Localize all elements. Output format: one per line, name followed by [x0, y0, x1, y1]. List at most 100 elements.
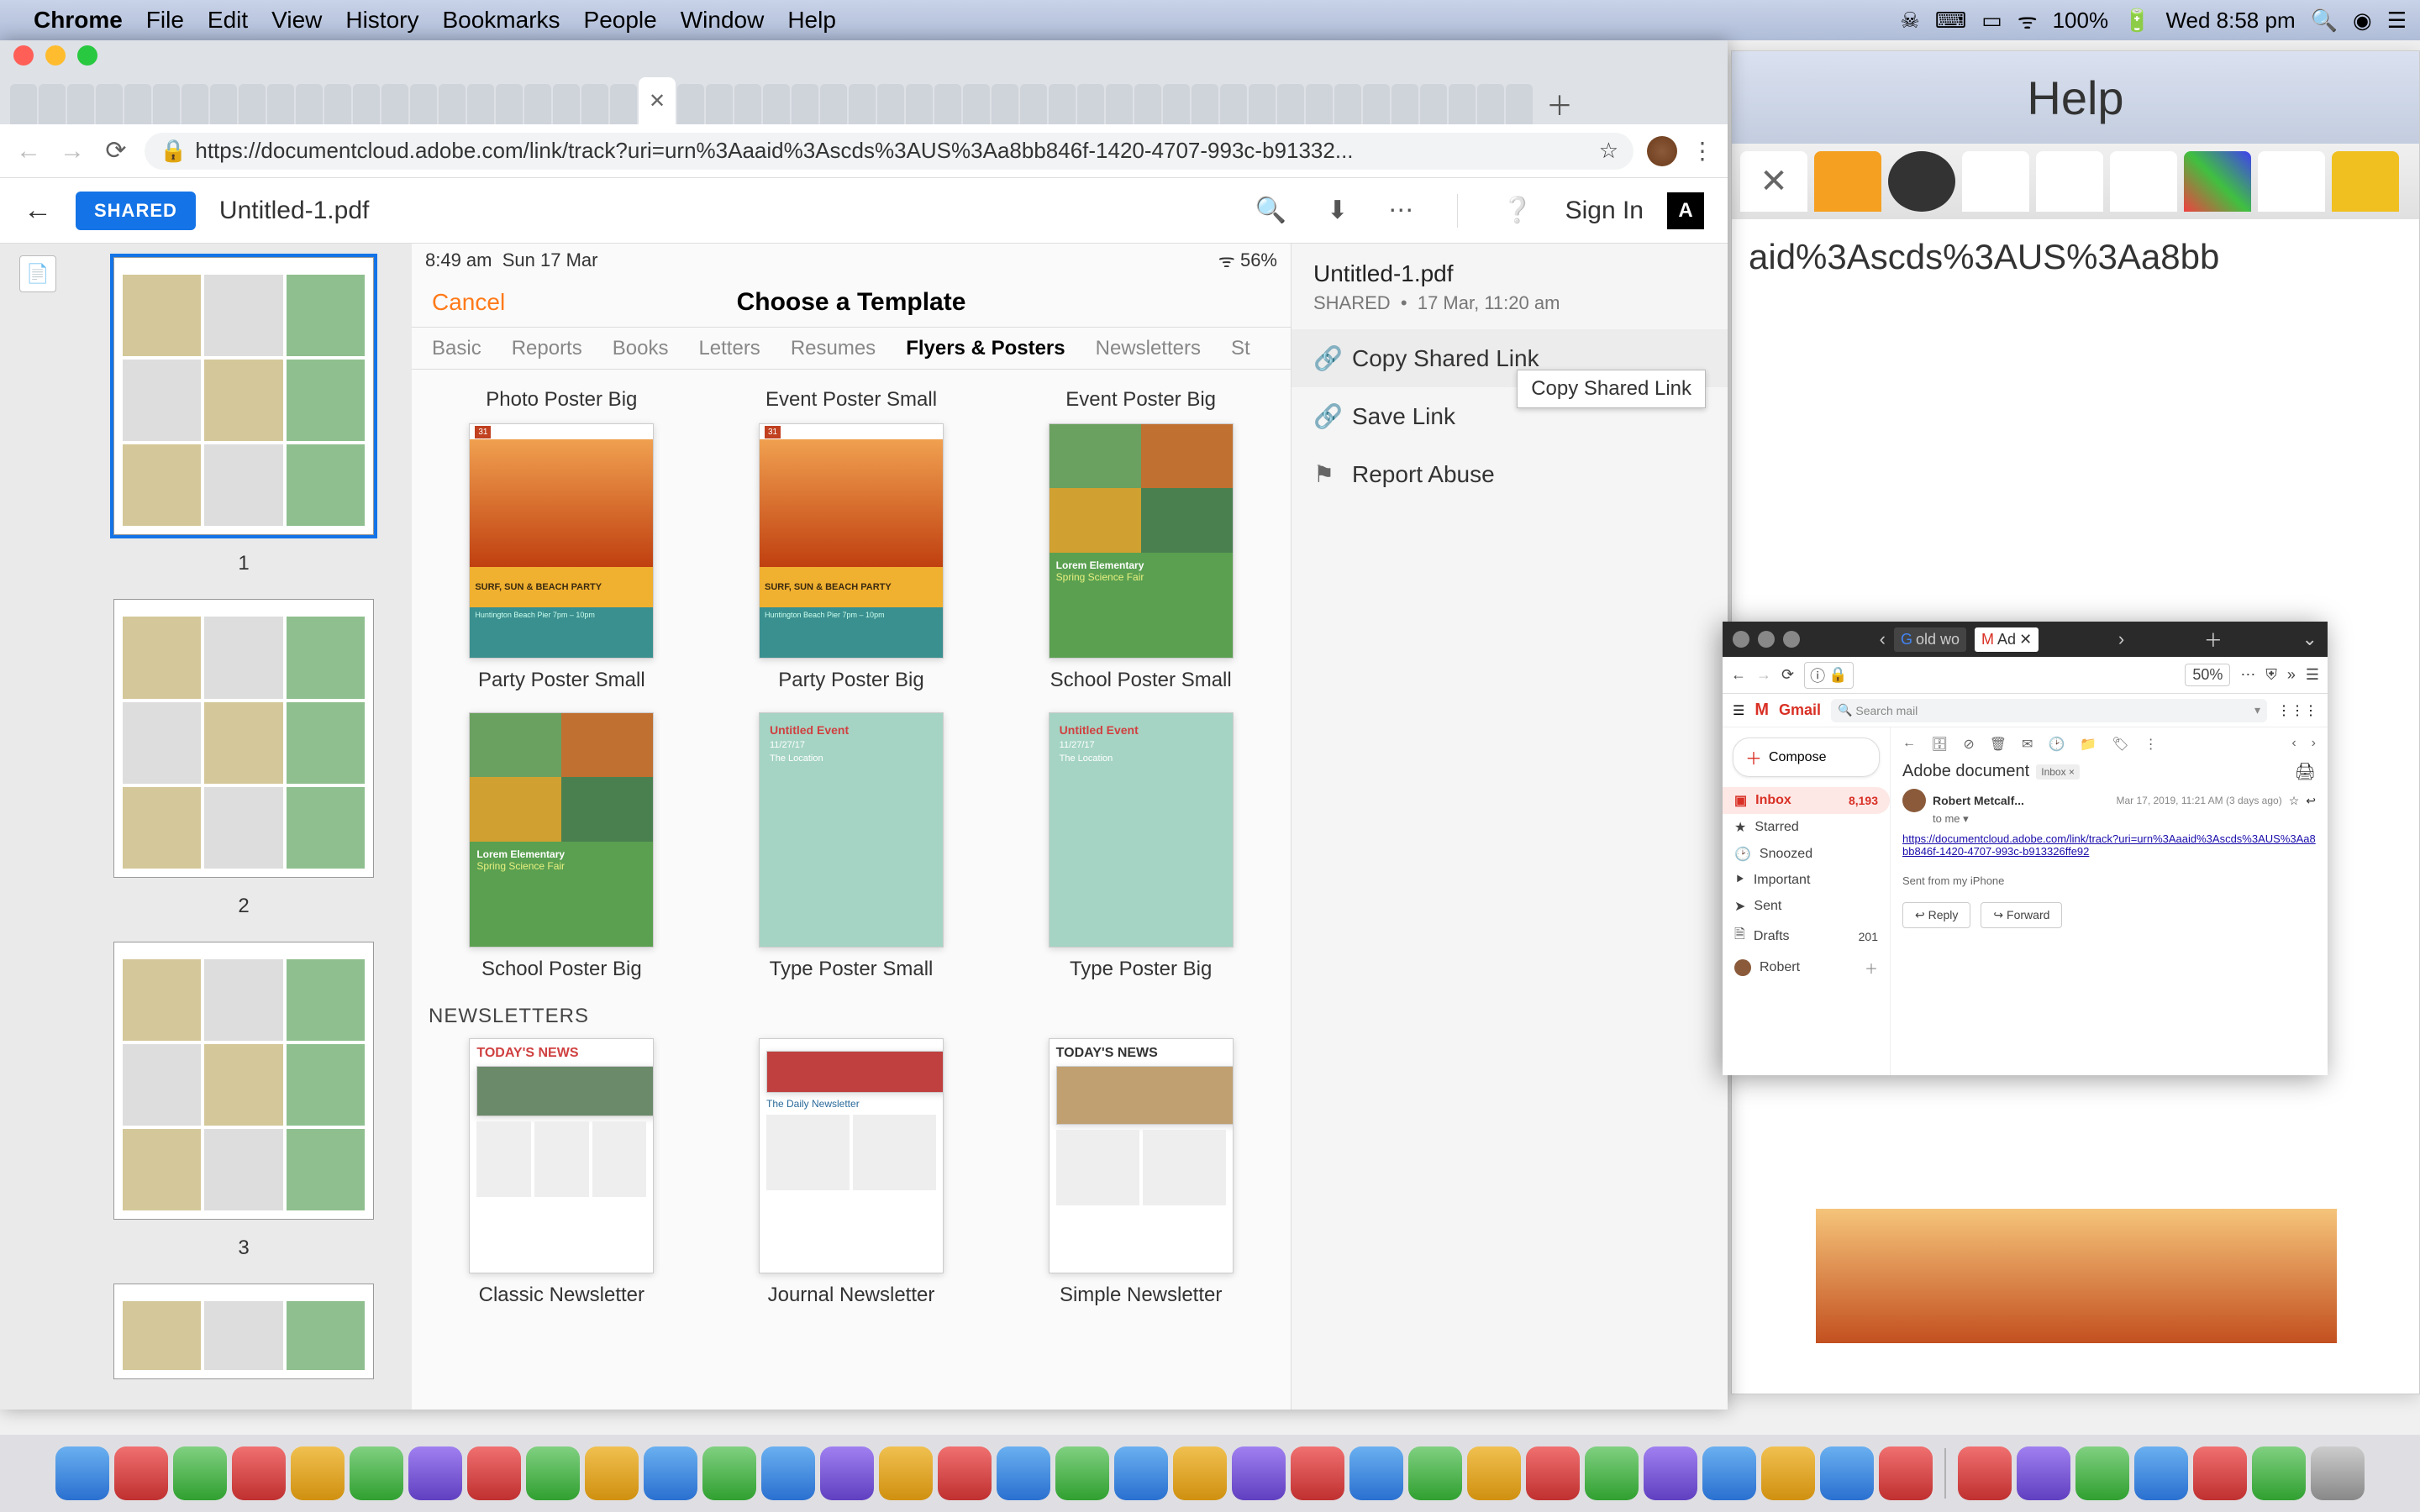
menu-file[interactable]: File	[146, 7, 184, 34]
menu-bookmarks[interactable]: Bookmarks	[442, 7, 560, 34]
dock-app[interactable]	[1291, 1446, 1344, 1500]
dock-app[interactable]	[1467, 1446, 1521, 1500]
save-link-row[interactable]: 🔗 Save Link	[1292, 387, 1728, 445]
nav-snoozed[interactable]: 🕑Snoozed	[1723, 841, 1890, 868]
inactive-tab[interactable]	[210, 84, 237, 124]
cat-books[interactable]: Books	[613, 337, 669, 360]
inactive-tab[interactable]	[1506, 84, 1533, 124]
menu-help[interactable]: Help	[787, 7, 836, 34]
cat-resumes[interactable]: Resumes	[791, 337, 876, 360]
dock-app[interactable]	[938, 1446, 992, 1500]
template-type-small[interactable]: Untitled Event11/27/17The Location Type …	[718, 712, 985, 981]
page-thumb-3[interactable]	[113, 942, 374, 1220]
inactive-tab[interactable]	[182, 84, 208, 124]
nav-reload-button[interactable]: ⟳	[101, 136, 131, 165]
dock-app[interactable]	[1232, 1446, 1286, 1500]
plus-icon[interactable]: ＋	[1865, 958, 1878, 978]
inactive-tab[interactable]	[763, 84, 790, 124]
bug-icon[interactable]: ⌨	[1935, 8, 1967, 34]
template-type-big[interactable]: Untitled Event11/27/17The Location Type …	[1007, 712, 1274, 981]
inactive-tab[interactable]	[39, 84, 66, 124]
inactive-tab[interactable]	[992, 84, 1018, 124]
inactive-tab[interactable]	[239, 84, 266, 124]
apps-icon[interactable]: ⋮⋮⋮	[2277, 702, 2317, 719]
inactive-tab[interactable]	[906, 84, 933, 124]
inactive-tab[interactable]	[1477, 84, 1504, 124]
template-school-small[interactable]: Lorem ElementarySpring Science Fair Scho…	[1007, 423, 1274, 692]
adobe-logo[interactable]: A	[1667, 192, 1704, 229]
print-icon[interactable]: 🖨	[2295, 761, 2316, 782]
inactive-tab[interactable]	[934, 84, 961, 124]
dock-app[interactable]	[467, 1446, 521, 1500]
archive-icon[interactable]: 🗄	[1931, 736, 1948, 753]
back-icon[interactable]: ←	[1902, 736, 1916, 753]
message-link[interactable]: https://documentcloud.adobe.com/link/tra…	[1902, 832, 2316, 858]
delete-icon[interactable]: 🗑	[1990, 736, 2007, 753]
nav-starred[interactable]: ★Starred	[1723, 814, 1890, 841]
dock-app[interactable]	[1173, 1446, 1227, 1500]
star-icon[interactable]: ☆	[1599, 138, 1618, 164]
inactive-tab[interactable]	[353, 84, 380, 124]
copy-link-row[interactable]: 🔗 Copy Shared Link Copy Shared Link	[1292, 329, 1728, 387]
inactive-tab[interactable]	[734, 84, 761, 124]
dock-app[interactable]	[820, 1446, 874, 1500]
reload-button[interactable]: ⟳	[1781, 666, 1794, 684]
inactive-tab[interactable]	[677, 84, 704, 124]
template-simple-newsletter[interactable]: TODAY'S NEWS Simple Newsletter	[1007, 1038, 1274, 1307]
dock-app[interactable]	[2017, 1446, 2070, 1500]
inactive-tab[interactable]	[381, 84, 408, 124]
skull-icon[interactable]: ☠	[1900, 8, 1919, 34]
compose-button[interactable]: ＋ Compose	[1733, 738, 1880, 777]
menu-window[interactable]: Window	[681, 7, 765, 34]
inactive-tab[interactable]	[1249, 84, 1276, 124]
dock-app[interactable]	[114, 1446, 168, 1500]
template-classic-newsletter[interactable]: TODAY'S NEWS Classic Newsletter	[429, 1038, 695, 1307]
inactive-tab[interactable]	[553, 84, 580, 124]
inactive-tab[interactable]	[467, 84, 494, 124]
page-thumbnails[interactable]: 1 2 3	[76, 244, 412, 1410]
inactive-tab[interactable]	[1363, 84, 1390, 124]
shield-icon[interactable]: ⛨	[2265, 666, 2277, 684]
inactive-tab[interactable]	[267, 84, 294, 124]
profile-avatar[interactable]	[1647, 136, 1677, 166]
inbox-chip[interactable]: Inbox ×	[2036, 764, 2080, 780]
wifi-icon[interactable]: ᯤ	[2018, 5, 2038, 35]
inactive-tab[interactable]	[877, 84, 904, 124]
report-abuse-row[interactable]: ⚑ Report Abuse	[1292, 445, 1728, 503]
dock-app[interactable]	[585, 1446, 639, 1500]
pages-tool-icon[interactable]: 📄	[19, 255, 56, 292]
tab-next-icon[interactable]: ›	[2118, 628, 2124, 650]
dock-app[interactable]	[1702, 1446, 1756, 1500]
dock-app[interactable]	[408, 1446, 462, 1500]
active-tab[interactable]: MAd ✕	[1975, 627, 2039, 652]
nav-important[interactable]: ⯈Important	[1723, 868, 1890, 893]
notification-icon[interactable]: ☰	[2387, 8, 2407, 34]
chrome-menu-button[interactable]: ⋮	[1691, 137, 1714, 165]
hamburger-icon[interactable]: ☰	[1733, 702, 1744, 719]
snooze-icon[interactable]: 🕑	[2048, 736, 2065, 753]
nav-inbox[interactable]: ▣Inbox8,193	[1723, 787, 1890, 814]
minimize-button[interactable]	[1758, 631, 1775, 648]
bg-tab-close[interactable]: ✕	[1740, 151, 1807, 212]
bg-tab-icon[interactable]	[2332, 151, 2399, 212]
nav-forward-button[interactable]: →	[57, 137, 87, 165]
download-icon[interactable]: ⬇	[1327, 196, 1348, 225]
inactive-tab[interactable]	[820, 84, 847, 124]
bg-tab-icon[interactable]	[1962, 151, 2029, 212]
inactive-tab[interactable]	[1163, 84, 1190, 124]
dock-trash[interactable]	[2311, 1446, 2365, 1500]
inactive-tab[interactable]	[296, 84, 323, 124]
dock-app[interactable]	[2134, 1446, 2188, 1500]
spam-icon[interactable]: ⊘	[1963, 736, 1974, 753]
next-icon[interactable]: ›	[2312, 736, 2316, 753]
inactive-tab[interactable]	[963, 84, 990, 124]
signin-link[interactable]: Sign In	[1565, 197, 1644, 225]
zoom-icon[interactable]: 🔍	[1255, 196, 1286, 225]
inactive-tab[interactable]	[1049, 84, 1076, 124]
dock-app[interactable]	[997, 1446, 1050, 1500]
reply-icon[interactable]: ↩	[2306, 794, 2316, 808]
inactive-tab[interactable]	[1334, 84, 1361, 124]
inactive-tab[interactable]	[1277, 84, 1304, 124]
cat-flyers[interactable]: Flyers & Posters	[906, 337, 1065, 360]
page-thumb-2[interactable]	[113, 599, 374, 877]
